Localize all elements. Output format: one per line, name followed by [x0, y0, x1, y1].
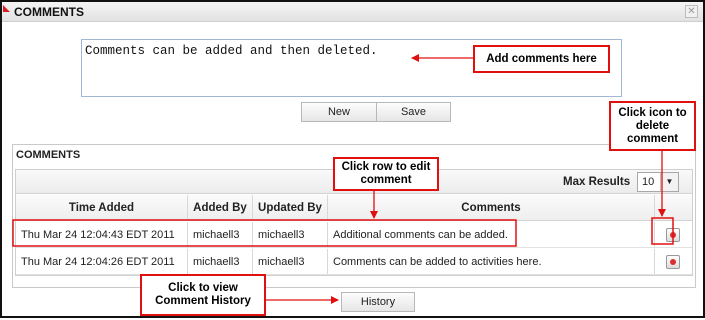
- close-icon[interactable]: ✕: [685, 5, 698, 18]
- column-header-updated-by[interactable]: Updated By: [253, 195, 328, 220]
- column-header-time-added[interactable]: Time Added: [16, 195, 188, 220]
- callout-edit-row: Click row to edit comment: [333, 157, 439, 191]
- callout-add-comments: Add comments here: [473, 45, 610, 73]
- cell-added-by: michaell3: [188, 249, 253, 274]
- cell-comment: Additional comments can be added.: [328, 222, 655, 247]
- column-header-actions: [655, 195, 692, 220]
- callout-delete-icon: Click icon to delete comment: [609, 101, 696, 151]
- table-row[interactable]: Thu Mar 24 12:04:43 EDT 2011 michaell3 m…: [16, 222, 692, 248]
- cell-updated-by: michaell3: [253, 222, 328, 247]
- cell-actions: [655, 222, 692, 247]
- column-header-added-by[interactable]: Added By: [188, 195, 253, 220]
- panel-title: COMMENTS: [16, 149, 81, 161]
- cell-added-by: michaell3: [188, 222, 253, 247]
- cell-time-added: Thu Mar 24 12:04:26 EDT 2011: [16, 249, 188, 274]
- new-button[interactable]: New: [301, 102, 377, 122]
- column-header-comments[interactable]: Comments: [328, 195, 655, 220]
- cell-comment: Comments can be added to activities here…: [328, 249, 655, 274]
- window-title: COMMENTS: [14, 5, 84, 19]
- save-button[interactable]: Save: [376, 102, 451, 122]
- max-results-label: Max Results: [563, 176, 631, 188]
- window-titlebar: COMMENTS ✕: [2, 2, 703, 22]
- max-results-select[interactable]: 10 ▼: [637, 172, 679, 192]
- max-results-value: 10: [642, 176, 655, 188]
- grid-header: Time Added Added By Updated By Comments: [16, 195, 692, 221]
- comments-window: COMMENTS ✕ Comments can be added and the…: [0, 0, 705, 318]
- title-corner-marker: [3, 5, 10, 12]
- cell-time-added: Thu Mar 24 12:04:43 EDT 2011: [16, 222, 188, 247]
- callout-view-history: Click to view Comment History: [140, 274, 266, 316]
- delete-icon[interactable]: [666, 228, 680, 242]
- history-button[interactable]: History: [341, 292, 415, 312]
- table-row[interactable]: Thu Mar 24 12:04:26 EDT 2011 michaell3 m…: [16, 249, 692, 275]
- cell-actions: [655, 249, 692, 274]
- chevron-down-icon[interactable]: ▼: [660, 173, 678, 191]
- cell-updated-by: michaell3: [253, 249, 328, 274]
- delete-icon[interactable]: [666, 255, 680, 269]
